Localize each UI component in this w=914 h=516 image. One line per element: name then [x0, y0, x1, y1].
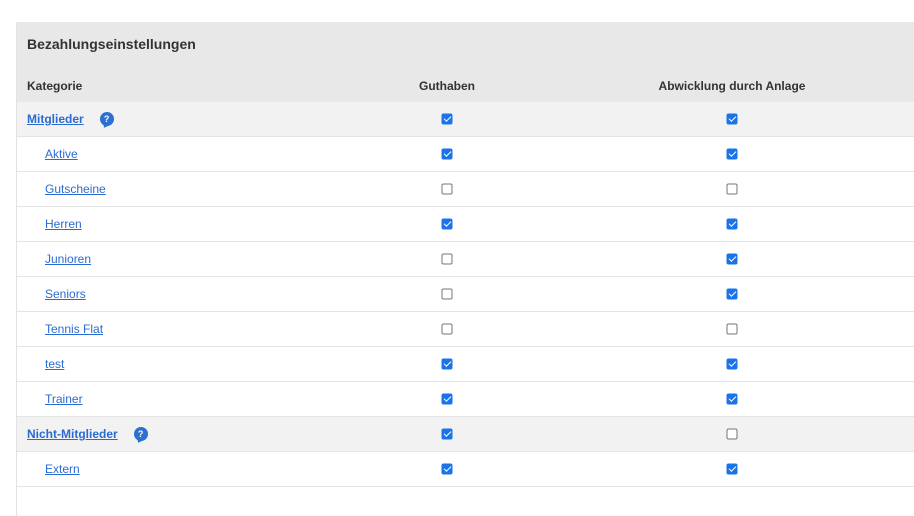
guthaben-checkbox[interactable] — [441, 358, 453, 370]
abwicklung-checkbox[interactable] — [726, 463, 738, 475]
category-row: Junioren — [17, 242, 914, 277]
category-group-row: Mitglieder? — [17, 102, 914, 137]
abwicklung-checkbox[interactable] — [726, 428, 738, 440]
abwicklung-checkbox[interactable] — [726, 358, 738, 370]
category-cell: Trainer — [45, 392, 83, 406]
abwicklung-checkbox[interactable] — [726, 288, 738, 300]
category-link[interactable]: Gutscheine — [45, 182, 106, 196]
category-row: test — [17, 347, 914, 382]
abwicklung-checkbox[interactable] — [726, 323, 738, 335]
guthaben-checkbox[interactable] — [441, 253, 453, 265]
category-cell: Aktive — [45, 147, 78, 161]
category-link[interactable]: test — [45, 357, 64, 371]
category-row: Extern — [17, 452, 914, 487]
category-link[interactable]: Herren — [45, 217, 82, 231]
guthaben-checkbox[interactable] — [441, 183, 453, 195]
category-link[interactable]: Nicht-Mitglieder — [27, 427, 118, 441]
help-icon[interactable]: ? — [133, 427, 148, 441]
help-icon[interactable]: ? — [99, 112, 114, 126]
category-link[interactable]: Trainer — [45, 392, 83, 406]
category-cell: Gutscheine — [45, 182, 106, 196]
column-header-guthaben: Guthaben — [419, 79, 475, 93]
category-row: Trainer — [17, 382, 914, 417]
category-link[interactable]: Mitglieder — [27, 112, 84, 126]
category-row: Aktive — [17, 137, 914, 172]
category-cell: Junioren — [45, 252, 91, 266]
category-row: Tennis Flat — [17, 312, 914, 347]
guthaben-checkbox[interactable] — [441, 323, 453, 335]
panel-title: Bezahlungseinstellungen — [27, 36, 196, 52]
guthaben-checkbox[interactable] — [441, 113, 453, 125]
panel-header: Bezahlungseinstellungen Kategorie Guthab… — [17, 22, 914, 102]
category-cell: Nicht-Mitglieder? — [27, 427, 148, 441]
category-link[interactable]: Junioren — [45, 252, 91, 266]
abwicklung-checkbox[interactable] — [726, 253, 738, 265]
category-link[interactable]: Tennis Flat — [45, 322, 103, 336]
abwicklung-checkbox[interactable] — [726, 183, 738, 195]
category-group-row: Nicht-Mitglieder? — [17, 417, 914, 452]
category-cell: Extern — [45, 462, 80, 476]
column-header-abwicklung: Abwicklung durch Anlage — [658, 79, 806, 93]
guthaben-checkbox[interactable] — [441, 288, 453, 300]
payment-settings-panel: Bezahlungseinstellungen Kategorie Guthab… — [16, 22, 914, 516]
abwicklung-checkbox[interactable] — [726, 148, 738, 160]
category-row: Herren — [17, 207, 914, 242]
column-header-kategorie: Kategorie — [27, 79, 83, 93]
category-row: Gutscheine — [17, 172, 914, 207]
category-cell: Herren — [45, 217, 82, 231]
guthaben-checkbox[interactable] — [441, 463, 453, 475]
guthaben-checkbox[interactable] — [441, 218, 453, 230]
category-cell: test — [45, 357, 64, 371]
category-cell: Seniors — [45, 287, 86, 301]
category-link[interactable]: Aktive — [45, 147, 78, 161]
abwicklung-checkbox[interactable] — [726, 113, 738, 125]
guthaben-checkbox[interactable] — [441, 428, 453, 440]
category-cell: Mitglieder? — [27, 112, 114, 126]
abwicklung-checkbox[interactable] — [726, 393, 738, 405]
category-table-body: Mitglieder? Aktive Gutscheine Herren Juniore… — [17, 102, 914, 487]
guthaben-checkbox[interactable] — [441, 393, 453, 405]
guthaben-checkbox[interactable] — [441, 148, 453, 160]
category-cell: Tennis Flat — [45, 322, 103, 336]
category-link[interactable]: Seniors — [45, 287, 86, 301]
abwicklung-checkbox[interactable] — [726, 218, 738, 230]
category-row: Seniors — [17, 277, 914, 312]
category-link[interactable]: Extern — [45, 462, 80, 476]
